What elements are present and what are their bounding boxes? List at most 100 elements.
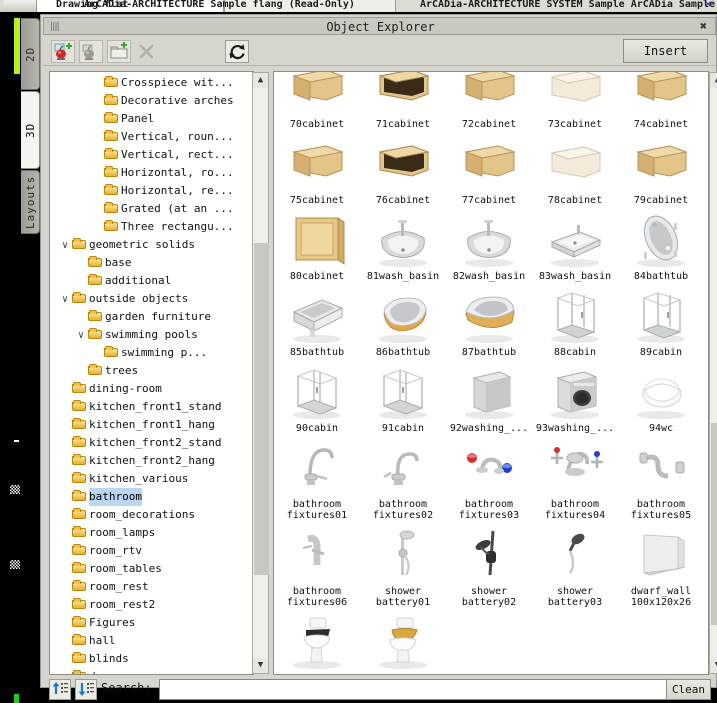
collapse-tree-icon[interactable]	[49, 679, 71, 700]
side-tab-layouts[interactable]: Layouts	[21, 170, 40, 234]
object-thumbnail-item[interactable]: 94wc	[619, 358, 703, 434]
tree-item[interactable]: kitchen_front1_hang	[50, 416, 238, 434]
tree-scrollbar[interactable]: ▲ ▼	[252, 72, 269, 674]
tree-item[interactable]: room_decorations	[50, 506, 238, 524]
dialog-title-bar[interactable]: ‖‖ Object Explorer ✖	[43, 17, 716, 35]
tree-item[interactable]: kitchen_front1_stand	[50, 398, 238, 416]
tree-item[interactable]: Figures	[50, 614, 238, 632]
tree-item[interactable]: kitchen_various	[50, 470, 238, 488]
new-folder-button[interactable]	[107, 40, 131, 63]
search-input[interactable]	[159, 679, 675, 700]
grid-scroll-down-icon[interactable]: ▼	[710, 658, 717, 673]
grid-scrollbar[interactable]: ▲ ▼	[709, 72, 717, 674]
object-thumbnail-item[interactable]: 82wash_basin	[447, 206, 531, 282]
chevron-down-icon[interactable]: ∨	[74, 327, 88, 345]
tree-scrollbar-thumb[interactable]	[254, 243, 269, 575]
object-thumbnail-item[interactable]: 84bathtub	[619, 206, 703, 282]
tree-item[interactable]: doors	[50, 668, 238, 674]
object-thumbnail-item[interactable]: 90cabin	[275, 358, 359, 434]
add-object-button[interactable]	[51, 40, 75, 63]
object-thumbnail-item[interactable]: 83wash_basin	[533, 206, 617, 282]
object-thumbnail-item[interactable]: 78cabinet	[533, 130, 617, 206]
object-thumbnail-item[interactable]: shower battery02	[447, 521, 531, 608]
app-tab-close-icon[interactable]: ×	[705, 0, 711, 10]
object-thumbnail-item[interactable]: bathroom fixtures06	[275, 521, 359, 608]
side-tab-2d-objects[interactable]: 2D objects	[21, 18, 56, 90]
object-thumbnail-item[interactable]: 73cabinet	[533, 72, 617, 130]
grid-scroll-up-icon[interactable]: ▲	[710, 73, 717, 88]
tree-item[interactable]: Vertical, rect...	[50, 146, 238, 164]
tree-item[interactable]: additional	[50, 272, 238, 290]
object-thumbnail-item[interactable]: 74cabinet	[619, 72, 703, 130]
tree-item[interactable]: room_rest	[50, 578, 238, 596]
object-thumbnail-item[interactable]: shower battery03	[533, 521, 617, 608]
tree-item[interactable]: Three rectangu...	[50, 218, 238, 236]
object-thumbnail-item[interactable]: 81wash_basin	[361, 206, 445, 282]
insert-button[interactable]: Insert	[623, 39, 708, 63]
tree-item[interactable]: bathroom	[50, 488, 238, 506]
tree-item[interactable]: ∨ outside objects	[50, 290, 238, 308]
object-thumbnail-item[interactable]: 70cabinet	[275, 72, 359, 130]
object-thumbnail-item[interactable]: bathroom fixtures05	[619, 434, 703, 521]
object-thumbnail-item[interactable]: 72cabinet	[447, 72, 531, 130]
object-thumbnail-item[interactable]: 71cabinet	[361, 72, 445, 130]
object-thumbnail-item[interactable]: bathroom fixtures03	[447, 434, 531, 521]
tree-item[interactable]: kitchen_front2_hang	[50, 452, 238, 470]
object-thumbnail-item[interactable]: 87bathtub	[447, 282, 531, 358]
tree-item[interactable]: Crosspiece wit...	[50, 74, 238, 92]
object-thumbnail-item[interactable]: 75cabinet	[275, 130, 359, 206]
object-thumbnail-grid[interactable]: 70cabinet 71cabinet 72cabinet 73cabinet 74ca…	[273, 71, 709, 675]
object-thumbnail-item[interactable]: wc02	[275, 608, 359, 674]
clean-button[interactable]: Clean	[666, 679, 711, 700]
tree-item[interactable]: room_tables	[50, 560, 238, 578]
object-thumbnail-item[interactable]: 76cabinet	[361, 130, 445, 206]
close-icon[interactable]: ✖	[697, 20, 710, 33]
object-thumbnail-item[interactable]: 77cabinet	[447, 130, 531, 206]
object-thumbnail-item[interactable]: wc03	[361, 608, 445, 674]
tree-item[interactable]: Decorative arches	[50, 92, 238, 110]
object-thumbnail-item[interactable]: bathroom fixtures01	[275, 434, 359, 521]
expand-tree-icon[interactable]	[75, 679, 97, 700]
grid-scrollbar-thumb[interactable]	[711, 423, 717, 625]
folder-icon	[88, 328, 103, 340]
tree-item[interactable]: Panel	[50, 110, 238, 128]
object-thumbnail-item[interactable]: 89cabin	[619, 282, 703, 358]
tree-item[interactable]: base	[50, 254, 238, 272]
tree-item[interactable]: hall	[50, 632, 238, 650]
tree-scroll-down-icon[interactable]: ▼	[253, 658, 268, 673]
tree-item[interactable]: ∨ geometric solids	[50, 236, 238, 254]
tree-item[interactable]: room_rest2	[50, 596, 238, 614]
tree-scroll-up-icon[interactable]: ▲	[253, 73, 268, 88]
tree-item[interactable]: Grated (at an ...	[50, 200, 238, 218]
object-thumbnail-item[interactable]: 79cabinet	[619, 130, 703, 206]
object-thumbnail-item[interactable]: 91cabin	[361, 358, 445, 434]
object-thumbnail-item[interactable]: 93washing_...	[533, 358, 617, 434]
object-thumbnail-item[interactable]: 80cabinet	[275, 206, 359, 282]
tree-item[interactable]: Horizontal, ro...	[50, 164, 238, 182]
tree-item[interactable]: trees	[50, 362, 238, 380]
tree-item[interactable]: swimming p...	[50, 344, 238, 362]
refresh-button[interactable]	[225, 40, 249, 63]
edit-object-button[interactable]	[79, 40, 103, 63]
tree-item[interactable]: Horizontal, re...	[50, 182, 238, 200]
tree-item[interactable]: kitchen_front2_stand	[50, 434, 238, 452]
tree-item[interactable]: room_rtv	[50, 542, 238, 560]
folder-tree-panel[interactable]: Crosspiece wit... Decorative arches Panel V…	[49, 71, 254, 675]
object-thumbnail-item[interactable]: bathroom fixtures04	[533, 434, 617, 521]
object-thumbnail-item[interactable]: shower battery01	[361, 521, 445, 608]
tree-item[interactable]: dining-room	[50, 380, 238, 398]
chevron-down-icon[interactable]: ∨	[58, 291, 72, 309]
side-tab-3d-objects[interactable]: 3D objects	[21, 91, 56, 169]
object-thumbnail-item[interactable]: bathroom fixtures02	[361, 434, 445, 521]
tree-item[interactable]: room_lamps	[50, 524, 238, 542]
tree-item[interactable]: blinds	[50, 650, 238, 668]
tree-item[interactable]: ∨ swimming pools	[50, 326, 238, 344]
object-thumbnail-item[interactable]: 88cabin	[533, 282, 617, 358]
object-thumbnail-item[interactable]: 85bathtub	[275, 282, 359, 358]
tree-item[interactable]: Vertical, roun...	[50, 128, 238, 146]
tree-item[interactable]: garden furniture	[50, 308, 238, 326]
object-thumbnail-item[interactable]: 92washing_...	[447, 358, 531, 434]
object-thumbnail-item[interactable]: 86bathtub	[361, 282, 445, 358]
object-thumbnail-item[interactable]: dwarf_wall 100x120x26	[619, 521, 703, 608]
chevron-down-icon[interactable]: ∨	[58, 237, 72, 255]
